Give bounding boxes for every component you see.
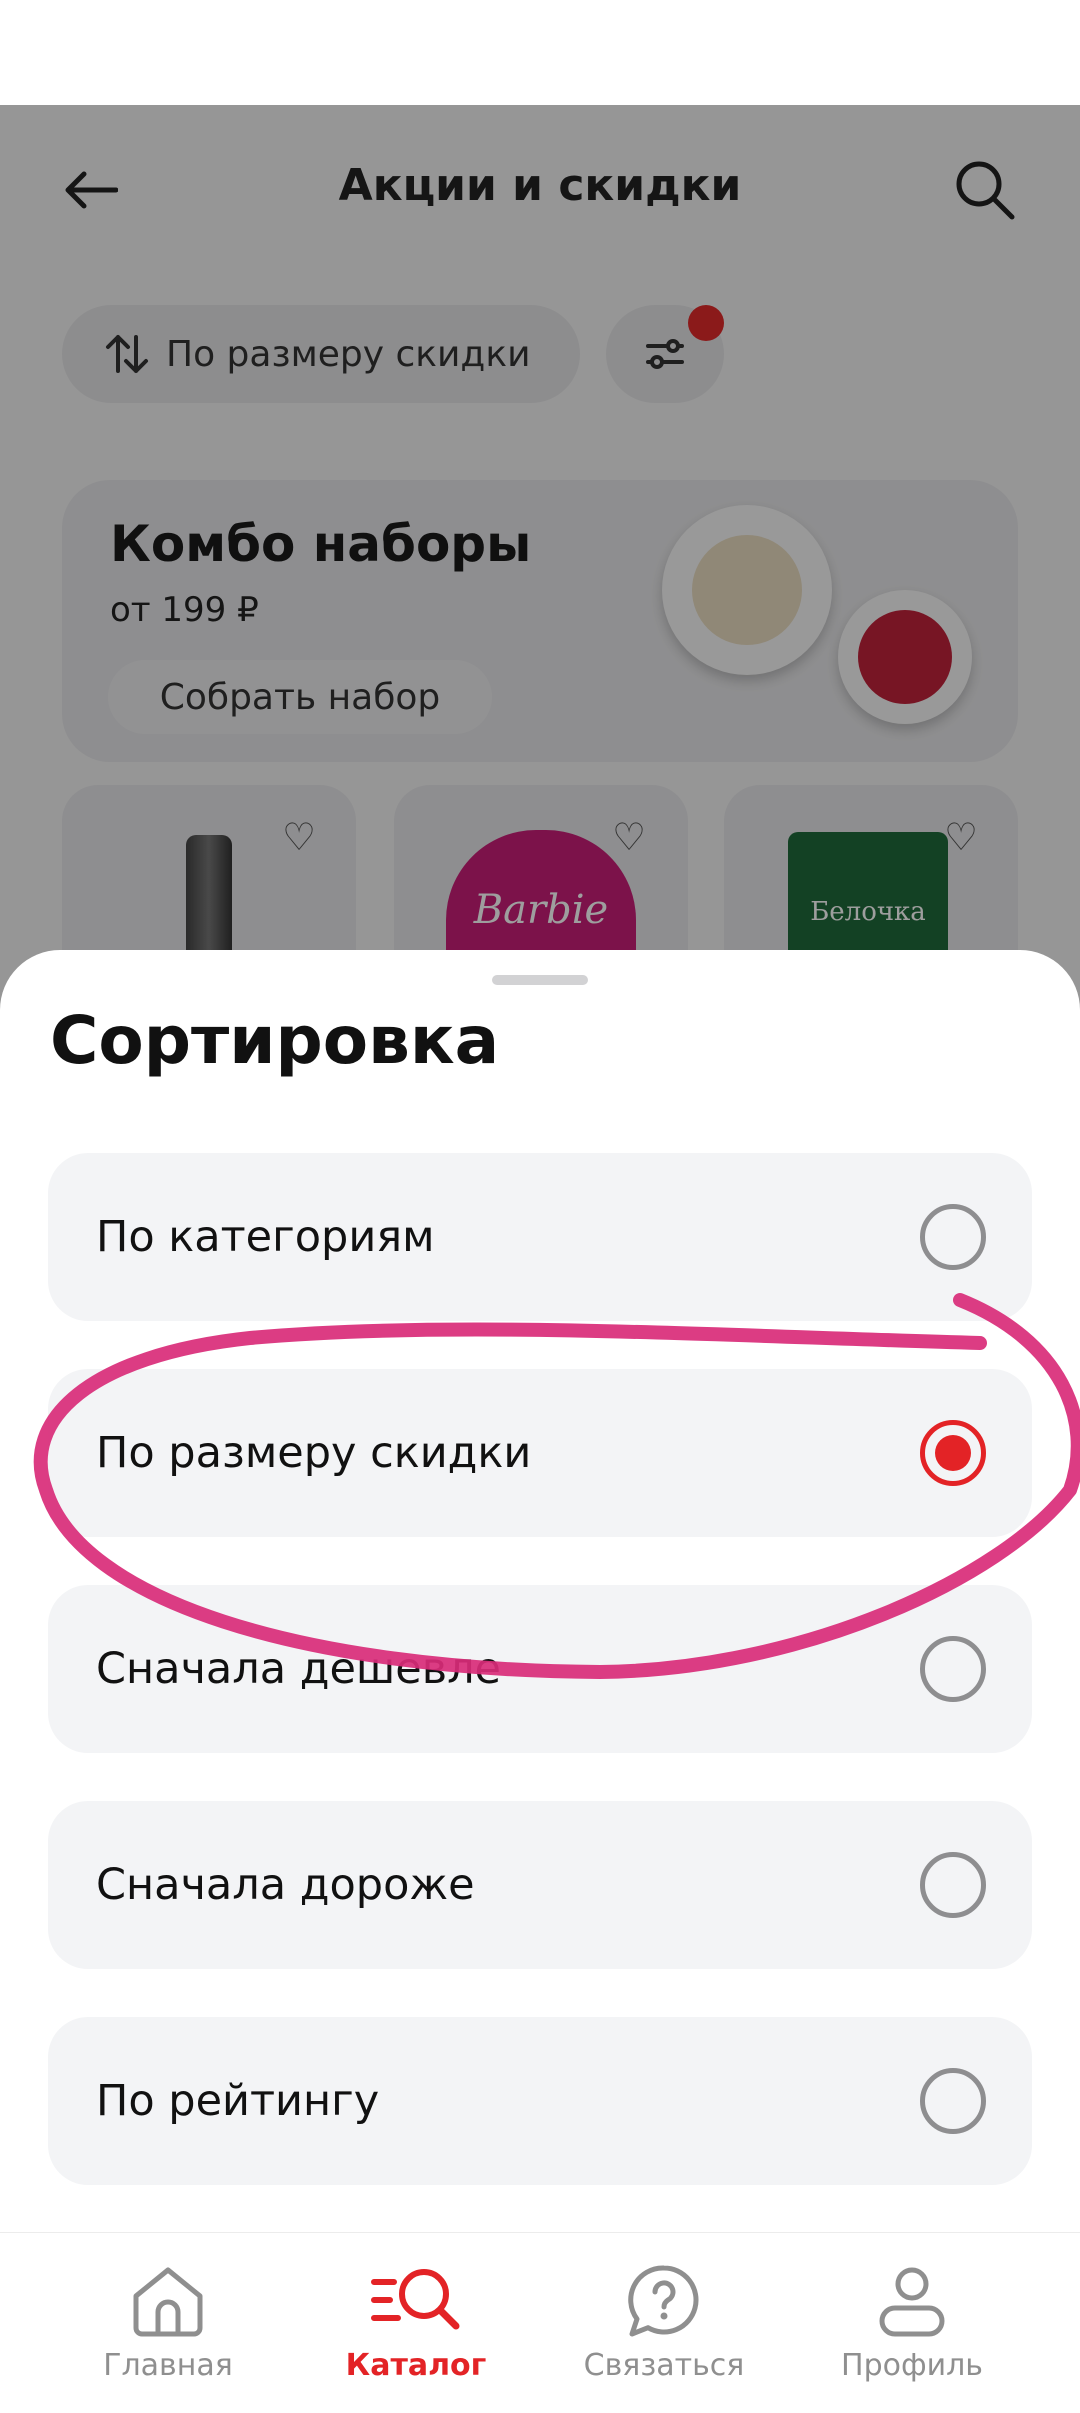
nav-item-contact[interactable]: Связаться xyxy=(544,2262,784,2383)
user-icon xyxy=(879,2267,945,2337)
sort-option-label: По категориям xyxy=(96,1212,435,1262)
sort-option-discount[interactable]: По размеру скидки xyxy=(48,1369,1032,1537)
nav-item-label: Профиль xyxy=(841,2348,983,2383)
nav-item-profile[interactable]: Профиль xyxy=(792,2262,1032,2383)
radio-button[interactable] xyxy=(920,2068,986,2134)
sort-option-label: Сначала дешевле xyxy=(96,1644,502,1694)
nav-item-home[interactable]: Главная xyxy=(48,2262,288,2383)
catalog-search-icon xyxy=(371,2269,460,2330)
nav-item-label: Связаться xyxy=(583,2348,745,2383)
sheet-title: Сортировка xyxy=(50,1002,500,1079)
radio-button[interactable] xyxy=(920,1204,986,1270)
question-chat-icon xyxy=(628,2265,699,2337)
sort-option-label: По рейтингу xyxy=(96,2076,380,2126)
radio-button[interactable] xyxy=(920,1636,986,1702)
nav-item-label: Каталог xyxy=(345,2348,487,2383)
sort-option-label: Сначала дороже xyxy=(96,1860,475,1910)
sheet-drag-handle[interactable] xyxy=(492,975,588,985)
home-icon xyxy=(133,2267,203,2337)
nav-item-label: Главная xyxy=(103,2348,233,2383)
radio-button[interactable] xyxy=(920,1852,986,1918)
status-bar xyxy=(0,0,1080,105)
radio-button-selected[interactable] xyxy=(920,1420,986,1486)
sort-option-expensive-first[interactable]: Сначала дороже xyxy=(48,1801,1032,1969)
sort-option-categories[interactable]: По категориям xyxy=(48,1153,1032,1321)
sort-option-cheaper-first[interactable]: Сначала дешевле xyxy=(48,1585,1032,1753)
nav-item-catalog[interactable]: Каталог xyxy=(296,2262,536,2383)
sort-option-label: По размеру скидки xyxy=(96,1428,532,1478)
sort-option-rating[interactable]: По рейтингу xyxy=(48,2017,1032,2185)
